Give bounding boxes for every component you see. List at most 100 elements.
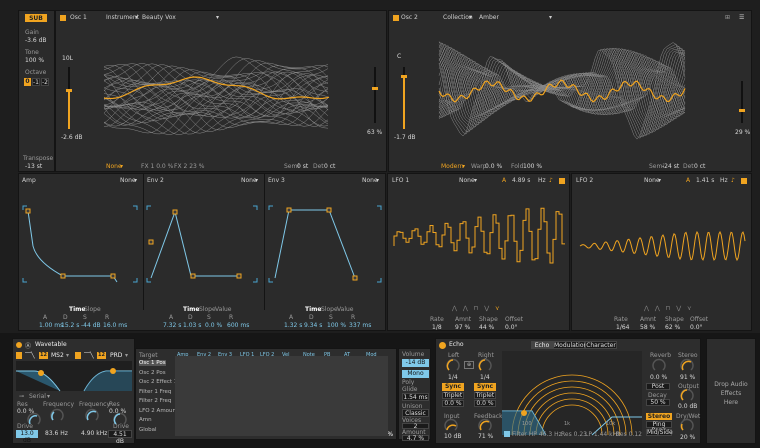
lfo1-hz-button[interactable]: Hz bbox=[538, 177, 546, 184]
echo-filter-lp[interactable]: LP 1.44 kHz bbox=[585, 431, 620, 438]
lfo2-shape-selector[interactable]: ⋀ ⋀ ⊓ ⋁ ⋎ bbox=[644, 305, 693, 312]
lfo2-rate-value[interactable]: 1/64 bbox=[616, 324, 629, 331]
filter1-drive-value[interactable]: 13.0 dB bbox=[16, 430, 38, 444]
osc2-fold-value[interactable]: 100 % bbox=[523, 163, 542, 170]
octave-minus1-button[interactable]: -1 bbox=[32, 78, 40, 86]
echo-input-knob[interactable] bbox=[444, 418, 458, 433]
chevron-down-icon[interactable]: ▾ bbox=[135, 14, 138, 21]
echo-right-sync-button[interactable]: Sync bbox=[474, 383, 496, 391]
echo-left-sync-button[interactable]: Sync bbox=[442, 383, 464, 391]
device-on-toggle[interactable] bbox=[16, 342, 22, 348]
env3-s-value[interactable]: 100 % bbox=[327, 322, 346, 329]
osc1-level-slider-handle[interactable] bbox=[66, 89, 72, 92]
echo-filter-hp[interactable]: Filter HP 46.3 Hz bbox=[512, 431, 562, 438]
note-icon[interactable]: ♪ bbox=[549, 177, 553, 184]
filter2-slope[interactable]: 12 bbox=[97, 352, 106, 359]
lfo1-amnt-value[interactable]: 97 % bbox=[455, 324, 470, 331]
echo-left-value[interactable]: 1/4 bbox=[448, 374, 458, 381]
stereo-mode-button[interactable]: Stereo bbox=[646, 413, 672, 420]
env3-slope-tab[interactable]: Slope bbox=[321, 306, 338, 313]
reverb-value[interactable]: 0.0 % bbox=[650, 374, 667, 381]
chevron-down-icon[interactable]: ▾ bbox=[120, 163, 123, 170]
osc1-semi-value[interactable]: 0 st bbox=[297, 163, 308, 170]
routing-mode[interactable]: Serial bbox=[29, 393, 46, 400]
lfo1-rate-time[interactable]: 4.89 s bbox=[512, 177, 530, 184]
osc2-semi-value[interactable]: -24 st bbox=[662, 163, 679, 170]
env2-graph[interactable] bbox=[146, 205, 258, 283]
volume-value[interactable]: -14 dB bbox=[402, 359, 429, 367]
filter2-drive-value[interactable]: 4.51 dB bbox=[108, 430, 132, 445]
osc2-level-slider-handle[interactable] bbox=[401, 75, 407, 78]
lfo2-rate-time[interactable]: 1.41 s bbox=[696, 177, 714, 184]
stereo-value[interactable]: 91 % bbox=[680, 374, 695, 381]
filter1-freq-knob[interactable] bbox=[50, 408, 64, 423]
filter1-toggle[interactable] bbox=[16, 352, 22, 359]
env2-d-value[interactable]: 1.03 s bbox=[183, 322, 201, 329]
echo-left-offset[interactable]: 0.0 % bbox=[442, 400, 464, 407]
env3-graph[interactable] bbox=[268, 205, 382, 283]
osc1-fx1[interactable]: FX 1 0.0 % bbox=[141, 163, 173, 170]
lfo2-offset-value[interactable]: 0.0° bbox=[690, 324, 703, 331]
tone-value[interactable]: 100 % bbox=[25, 57, 44, 64]
osc1-det-value[interactable]: 0 ct bbox=[324, 163, 335, 170]
env3-time-tab[interactable]: Time bbox=[305, 306, 321, 313]
lfo2-hz-button[interactable]: Hz bbox=[720, 177, 728, 184]
glide-value[interactable]: 1.54 ms bbox=[402, 393, 429, 401]
chevron-down-icon[interactable]: ▾ bbox=[658, 177, 661, 184]
echo-left-knob[interactable] bbox=[446, 358, 460, 373]
echo-right-value[interactable]: 1/4 bbox=[480, 374, 490, 381]
link-icon[interactable]: ⊕ bbox=[464, 361, 474, 369]
echo-input-value[interactable]: 10 dB bbox=[444, 433, 461, 440]
reverb-position-select[interactable]: Post bbox=[646, 383, 670, 390]
filter1-freq-value[interactable]: 83.6 Hz bbox=[45, 430, 68, 437]
filter2-freq-value[interactable]: 4.90 kHz bbox=[81, 430, 107, 437]
env3-value-tab[interactable]: Value bbox=[337, 306, 353, 313]
drywet-knob[interactable] bbox=[680, 418, 694, 433]
osc1-preset[interactable]: Beauty Vox bbox=[142, 14, 176, 21]
matrix-row-target[interactable]: Osc 1 Pos bbox=[139, 360, 166, 366]
lfo1-offset-value[interactable]: 0.0° bbox=[505, 324, 518, 331]
chevron-down-icon[interactable]: ▾ bbox=[134, 177, 137, 184]
filter2-type-icon[interactable]: ⎺╲ bbox=[84, 352, 94, 360]
filter2-freq-knob[interactable] bbox=[85, 408, 99, 423]
stereo-knob[interactable] bbox=[680, 358, 694, 373]
matrix-row-target[interactable]: LFO 2 Amount bbox=[139, 408, 178, 414]
echo-right-triplet[interactable]: Triplet bbox=[474, 392, 496, 399]
osc2-fx-mode[interactable]: Modern bbox=[441, 163, 464, 170]
routing-icon[interactable]: ⊸ bbox=[19, 393, 24, 400]
amp-s-value[interactable]: -44 dB bbox=[81, 322, 101, 329]
chevron-down-icon[interactable]: ▾ bbox=[549, 14, 552, 21]
osc2-enable-toggle[interactable] bbox=[393, 15, 399, 21]
amp-env-graph[interactable] bbox=[22, 205, 138, 283]
mid-side-button[interactable]: Mid/Side bbox=[646, 429, 673, 436]
echo-tab-modulation[interactable]: Modulation bbox=[553, 341, 587, 349]
transpose-value[interactable]: -13 st bbox=[25, 163, 42, 170]
env2-slope-tab[interactable]: Slope bbox=[199, 306, 216, 313]
unison-mode[interactable]: Classic bbox=[402, 409, 429, 417]
filter2-circuit[interactable]: PRD bbox=[110, 352, 122, 359]
chevron-down-icon[interactable]: ▾ bbox=[474, 177, 477, 184]
echo-right-knob[interactable] bbox=[478, 358, 492, 373]
chevron-down-icon[interactable]: ▾ bbox=[376, 177, 379, 184]
env2-a-value[interactable]: 7.32 s bbox=[163, 322, 181, 329]
amp-time-tab[interactable]: Time bbox=[69, 306, 85, 313]
matrix-row-target[interactable]: Osc 2 Pos bbox=[139, 370, 166, 376]
echo-feedback-knob[interactable] bbox=[478, 418, 492, 433]
filter-response-display[interactable] bbox=[16, 361, 132, 392]
echo-filter-res2[interactable]: Res 0.12 bbox=[616, 431, 642, 438]
amp-r-value[interactable]: 16.0 ms bbox=[103, 322, 127, 329]
filter1-type-icon[interactable]: ⎺╲ bbox=[25, 352, 35, 360]
env2-value-tab[interactable]: Value bbox=[215, 306, 231, 313]
chevron-down-icon[interactable]: ▾ bbox=[66, 352, 69, 359]
matrix-row-target[interactable]: Osc 2 Effect 1 bbox=[139, 379, 177, 385]
matrix-row-target[interactable]: Filter 2 Freq bbox=[139, 398, 171, 404]
filter2-toggle[interactable] bbox=[75, 352, 81, 359]
echo-right-offset[interactable]: 0.0 % bbox=[474, 400, 496, 407]
lfo2-shape-value[interactable]: 62 % bbox=[665, 324, 680, 331]
echo-filter-res1[interactable]: Res 0.23 bbox=[561, 431, 587, 438]
ping-pong-button[interactable]: Ping Pong bbox=[646, 421, 672, 434]
matrix-row-target[interactable]: Filter 1 Freq bbox=[139, 389, 171, 395]
mono-button[interactable]: Mono bbox=[402, 370, 429, 378]
lfo1-shape-value[interactable]: 44 % bbox=[479, 324, 494, 331]
osc2-warp-value[interactable]: 0.0 % bbox=[485, 163, 502, 170]
